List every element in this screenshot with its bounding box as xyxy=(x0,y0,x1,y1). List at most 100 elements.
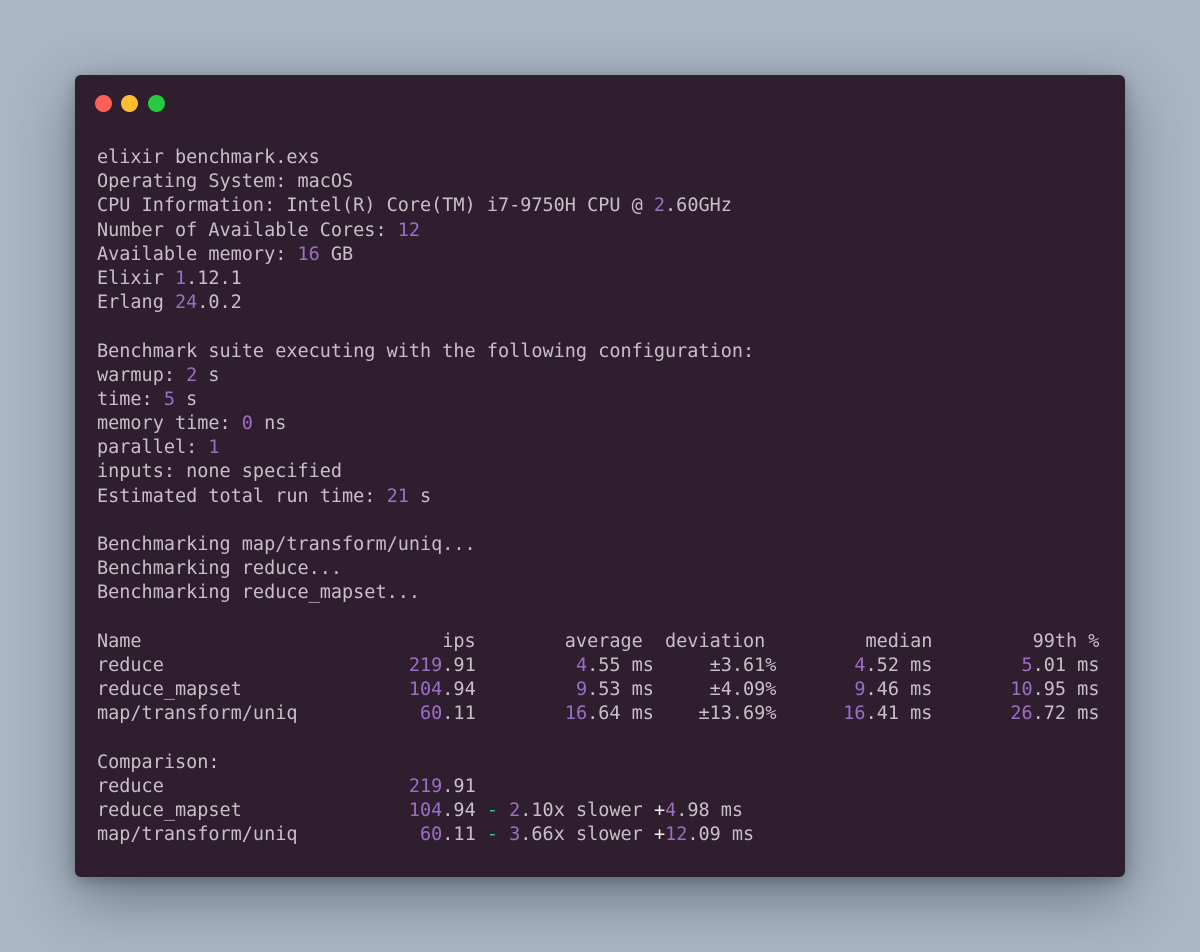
number-token: 4 xyxy=(575,654,588,676)
text-token: .52 ms xyxy=(865,654,1022,676)
text-token: map/transform/uniq xyxy=(97,703,421,725)
text-token: .53 ms ±4.09% xyxy=(587,679,855,701)
text-token: .46 ms xyxy=(865,679,1011,701)
number-token: 9 xyxy=(854,679,866,701)
terminal-line: map/transform/uniq 60.11 16.64 ms ±13.69… xyxy=(97,702,1099,726)
text-token: s xyxy=(197,364,220,386)
text-token: s xyxy=(408,485,432,507)
terminal-line: memory time: 0 ns xyxy=(97,412,1099,436)
number-token: 219 xyxy=(408,775,443,797)
text-token: .11 xyxy=(442,824,487,846)
number-token: 12 xyxy=(397,219,421,241)
number-token: 12 xyxy=(665,824,688,846)
number-token: 16 xyxy=(843,703,866,725)
text-token: .98 ms xyxy=(676,800,744,822)
terminal-line: Benchmarking reduce... xyxy=(97,557,1099,581)
text-token: .72 ms xyxy=(1032,703,1100,725)
terminal-line: reduce_mapset 104.94 - 2.10x slower +4.9… xyxy=(97,799,1099,823)
number-token: 5 xyxy=(163,388,175,410)
text-token: .91 xyxy=(442,654,576,676)
text-token: reduce_mapset xyxy=(97,800,409,822)
close-button[interactable] xyxy=(95,95,112,112)
text-token: reduce xyxy=(97,654,409,676)
text-token: Number of Available Cores: xyxy=(97,219,398,241)
text-token: ns xyxy=(252,413,287,435)
text-token: .10x slower xyxy=(520,800,654,822)
terminal-line: elixir benchmark.exs xyxy=(97,146,1099,170)
text-token: reduce xyxy=(97,775,409,797)
text-token: Name ips average deviation median 99th % xyxy=(97,630,1100,652)
terminal-window: elixir benchmark.exs Operating System: ma… xyxy=(75,75,1125,877)
terminal-line: warmup: 2 s xyxy=(97,364,1099,388)
text-token: Estimated total run time: xyxy=(97,485,387,507)
text-token: reduce_mapset xyxy=(97,679,409,701)
number-token: 0 xyxy=(241,413,253,435)
text-token: .94 xyxy=(442,679,576,701)
text-token: Erlang xyxy=(97,292,175,314)
text-token: Benchmark suite executing with the follo… xyxy=(97,340,755,362)
number-token: 4 xyxy=(665,800,677,822)
text-token: .64 ms ±13.69% xyxy=(587,703,844,725)
text-token: Benchmarking map/transform/uniq... xyxy=(97,534,476,555)
terminal-line: time: 5 s xyxy=(97,388,1099,412)
terminal-output: elixir benchmark.exs Operating System: ma… xyxy=(97,146,1099,847)
text-token: parallel: xyxy=(97,437,209,459)
terminal-line: Benchmarking reduce_mapset... xyxy=(97,581,1099,605)
text-token: .11 xyxy=(442,703,565,725)
text-token: Benchmarking reduce_mapset... xyxy=(97,582,421,604)
text-token: .0.2 xyxy=(197,292,242,314)
text-token: Comparison: xyxy=(97,751,220,773)
text-token: Operating System: macOS xyxy=(97,171,354,193)
terminal-line: Operating System: macOS xyxy=(97,170,1099,194)
text-token: inputs: none specified xyxy=(97,461,343,483)
terminal-line: CPU Information: Intel(R) Core(TM) i7-97… xyxy=(97,194,1099,218)
text-token: .66x slower xyxy=(520,824,654,846)
number-token: 9 xyxy=(575,679,588,701)
number-token: 2 xyxy=(653,195,666,217)
text-token: Elixir xyxy=(97,267,175,289)
text-token: .95 ms xyxy=(1032,679,1100,701)
number-token: 5 xyxy=(1021,654,1033,676)
text-token: CPU Information: Intel(R) Core(TM) i7-97… xyxy=(97,195,654,217)
symbol-token: - xyxy=(486,800,498,822)
terminal-line: Estimated total run time: 21 s xyxy=(97,485,1099,509)
number-token: 16 xyxy=(564,703,588,725)
text-token: Available memory: xyxy=(97,243,298,265)
text-token: .12.1 xyxy=(186,267,242,289)
symbol-token: - xyxy=(486,824,498,846)
zoom-button[interactable] xyxy=(148,95,165,112)
terminal-line: Benchmark suite executing with the follo… xyxy=(97,340,1099,364)
number-token: 2 xyxy=(186,364,198,386)
text-token: GB xyxy=(319,243,354,265)
text-token: .09 ms xyxy=(687,824,755,846)
text-token: .94 xyxy=(442,800,487,822)
text-token: s xyxy=(174,388,198,410)
number-token: 60 xyxy=(420,824,443,846)
number-token: 1 xyxy=(174,267,187,289)
terminal-line: Name ips average deviation median 99th % xyxy=(97,630,1099,654)
terminal-line: parallel: 1 xyxy=(97,436,1099,460)
terminal-line: Benchmarking map/transform/uniq... xyxy=(97,533,1099,557)
terminal-line: reduce 219.91 4.55 ms ±3.61% 4.52 ms 5.0… xyxy=(97,654,1099,678)
number-token: 26 xyxy=(1010,703,1033,725)
terminal-line: reduce_mapset 104.94 9.53 ms ±4.09% 9.46… xyxy=(97,678,1099,702)
terminal-line: map/transform/uniq 60.11 - 3.66x slower … xyxy=(97,823,1099,847)
text-token: map/transform/uniq xyxy=(97,824,421,846)
text-token: warmup: xyxy=(97,364,187,386)
text-token: .41 ms xyxy=(865,703,1011,725)
number-token: 1 xyxy=(208,437,220,459)
number-token: 219 xyxy=(408,654,443,676)
text-token: .60GHz xyxy=(665,195,732,217)
number-token: 21 xyxy=(386,485,409,507)
text-token: Benchmarking reduce... xyxy=(97,558,343,580)
number-token: 2 xyxy=(509,800,521,822)
minimize-button[interactable] xyxy=(121,95,138,112)
terminal-line: Erlang 24.0.2 xyxy=(97,291,1099,315)
number-token: 104 xyxy=(408,800,443,822)
terminal-line: Elixir 1.12.1 xyxy=(97,267,1099,291)
